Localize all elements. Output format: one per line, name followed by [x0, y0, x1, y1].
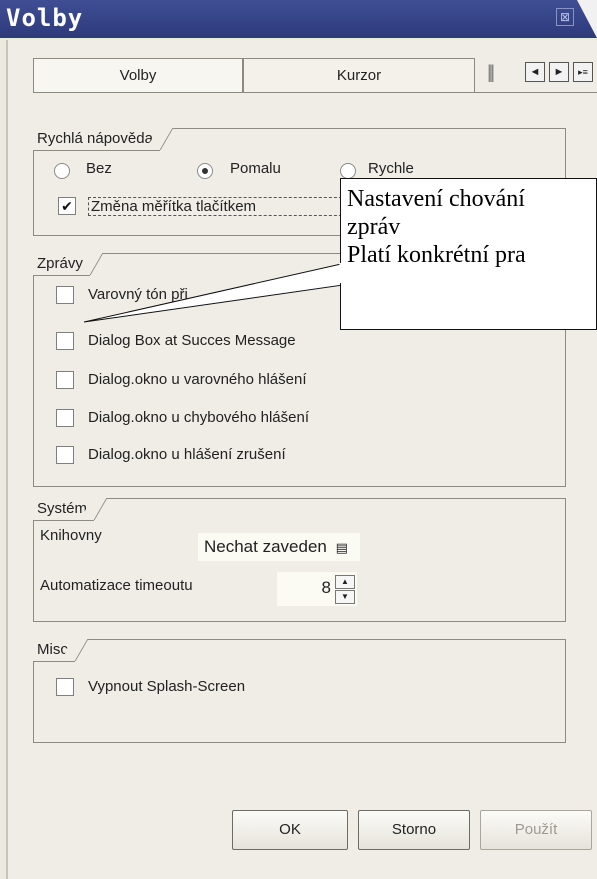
callout-box: Nastavení chování zpráv Platí konkrétní …: [340, 178, 597, 330]
splash-checkbox[interactable]: [56, 678, 74, 696]
dropdown-icon: ▤: [335, 540, 348, 555]
callout-line: Platí konkrétní pra: [347, 242, 526, 268]
message-label-warning-dialog: Dialog.okno u varovného hlášení: [88, 371, 307, 388]
scale-checkbox[interactable]: ✔: [58, 197, 76, 215]
title-corner: [577, 0, 597, 38]
message-label-success: Dialog Box at Succes Message: [88, 332, 296, 349]
message-checkbox-cancel-dialog[interactable]: [56, 446, 74, 464]
tab-label: Kurzor: [336, 67, 382, 84]
radio-pomalu[interactable]: [197, 163, 213, 179]
tab-volby[interactable]: Volby: [33, 58, 243, 92]
group-legend: Misc: [33, 639, 75, 662]
message-checkbox-warning-dialog[interactable]: [56, 371, 74, 389]
callout-line: Nastavení chování: [347, 186, 525, 212]
scale-checkbox-label: Změna měřítka tlačítkem: [88, 197, 358, 216]
radio-label-rychle: Rychle: [368, 160, 414, 177]
scroll-left-icon[interactable]: ◄: [525, 62, 545, 82]
message-checkbox-success[interactable]: [56, 332, 74, 350]
group-legend: Zprávy: [33, 253, 90, 276]
message-label-error-dialog: Dialog.okno u chybového hlášení: [88, 409, 309, 426]
timeout-value: 8: [321, 578, 331, 597]
timeout-label: Automatizace timeoutu: [40, 577, 193, 594]
splash-label: Vypnout Splash-Screen: [88, 678, 246, 695]
radio-label-bez: Bez: [86, 160, 112, 177]
close-icon[interactable]: ⊠: [556, 8, 574, 26]
message-label-warning-tone: Varovný tón při hlášení: [88, 286, 188, 303]
tab-baseline: [33, 92, 597, 93]
timeout-stepper[interactable]: 8 ▲ ▼: [277, 572, 357, 606]
tab-label: Volby: [119, 67, 157, 84]
increment-icon[interactable]: ▲: [335, 575, 355, 589]
ok-button[interactable]: OK: [232, 810, 348, 850]
scroll-right-icon[interactable]: ►: [549, 62, 569, 82]
title-bar: Volby ⊠: [0, 0, 597, 38]
radio-rychle[interactable]: [340, 163, 356, 179]
group-legend: Systém: [33, 498, 95, 521]
libraries-label: Knihovny: [40, 527, 102, 544]
tab-grip-icon: |||: [487, 62, 495, 82]
radio-label-pomalu: Pomalu: [230, 160, 281, 177]
apply-button[interactable]: Použít: [480, 810, 592, 850]
window-title: Volby: [6, 4, 84, 32]
decrement-icon[interactable]: ▼: [335, 590, 355, 604]
message-checkbox-warning-tone[interactable]: [56, 286, 74, 304]
radio-bez[interactable]: [54, 163, 70, 179]
callout-line: zpráv: [347, 214, 401, 240]
libraries-select[interactable]: Nechat zaveden ▤: [198, 533, 360, 561]
message-label-cancel-dialog: Dialog.okno u hlášení zrušení: [88, 446, 286, 463]
tab-kurzor[interactable]: Kurzor: [243, 58, 475, 92]
message-checkbox-error-dialog[interactable]: [56, 409, 74, 427]
libraries-value: Nechat zaveden: [204, 537, 327, 556]
group-legend: Rychlá nápověda: [33, 128, 160, 151]
cancel-button[interactable]: Storno: [358, 810, 470, 850]
tab-menu-icon[interactable]: ▸≡: [573, 62, 593, 82]
